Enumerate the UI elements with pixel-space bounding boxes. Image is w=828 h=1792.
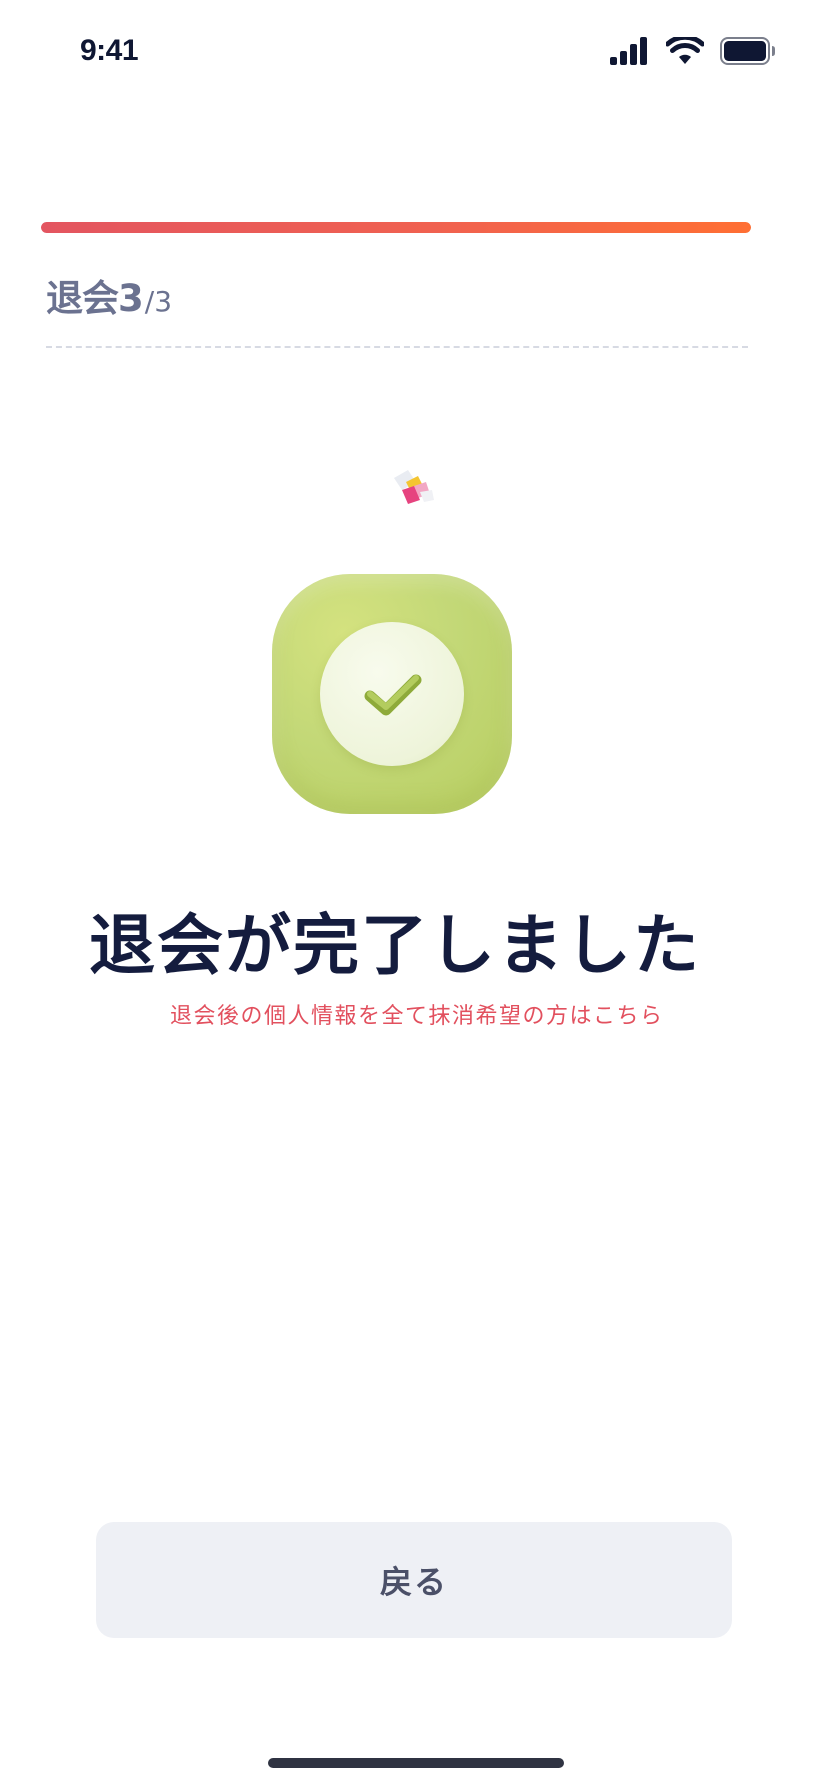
delete-personal-info-link[interactable]: 退会後の個人情報を全て抹消希望の方はこちら (170, 998, 664, 1030)
step-total: 3 (154, 285, 173, 318)
status-icons (610, 36, 776, 66)
check-icon (364, 674, 422, 716)
battery-icon (720, 37, 775, 65)
withdrawal-complete-screen: 9:41 退会3 / 3 退会が完了しました 退会後の個人情報を全て抹消希望の方… (0, 0, 828, 1792)
confetti-icon (394, 470, 434, 504)
back-button-label: 戻る (379, 1563, 448, 1601)
home-indicator (268, 1758, 564, 1768)
signal-icon (610, 37, 647, 65)
progress-fill (41, 222, 751, 233)
step-label: 退会3 (46, 277, 144, 320)
status-bar: 9:41 (0, 0, 828, 110)
back-button[interactable]: 戻る (96, 1522, 732, 1638)
status-time: 9:41 (80, 34, 139, 67)
completion-title: 退会が完了しました (89, 907, 701, 984)
check-circle (320, 622, 464, 766)
checkmark-badge-icon (272, 574, 512, 814)
wifi-icon (666, 37, 704, 64)
progress-bar (41, 222, 751, 233)
step-separator: / (144, 285, 155, 318)
dashed-divider (46, 346, 748, 348)
step-indicator: 退会3 / 3 (46, 268, 172, 322)
